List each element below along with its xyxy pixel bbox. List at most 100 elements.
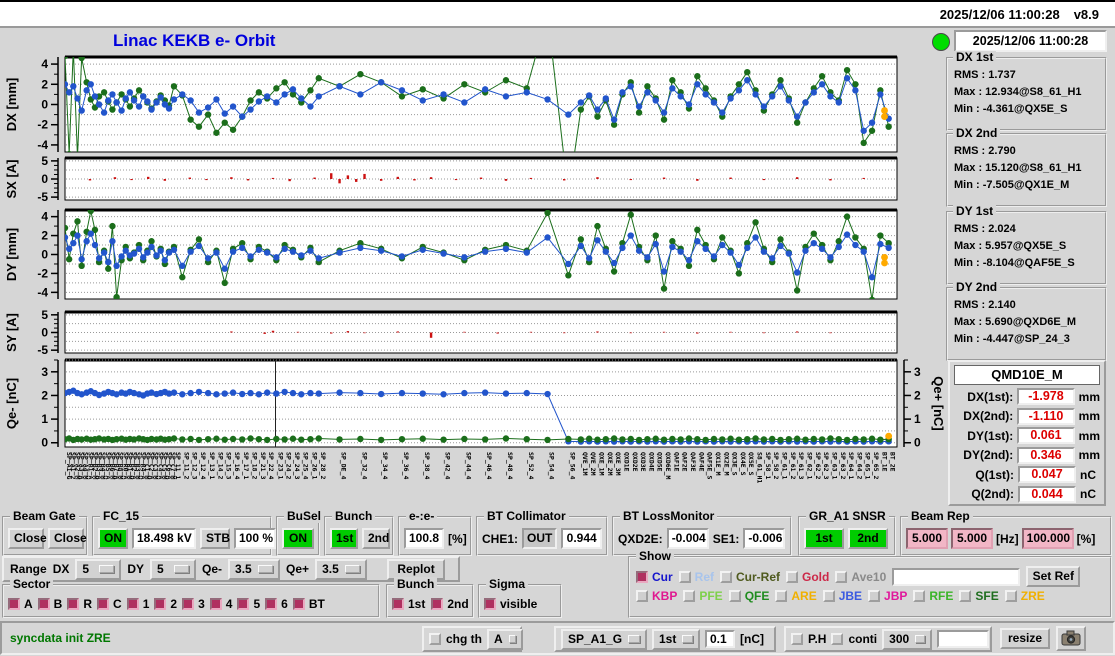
monitor-select-panel: SP_A1_G 1st [nC] [554,626,776,652]
show-checkbox-Cur-Ref[interactable] [720,570,733,583]
x-axis-label: SP_62_2 [814,452,822,479]
show-checkbox-Gold[interactable] [786,570,799,583]
bunch-select[interactable]: 1st [652,628,700,650]
svg-text:0: 0 [914,436,921,450]
show-checkbox-SFE[interactable] [959,590,972,602]
group-title: Beam Rep [908,509,973,523]
conti-checkbox[interactable] [831,633,844,645]
show-label: PFE [699,589,723,603]
selected-monitor-name[interactable]: QMD10E_M [954,365,1100,385]
monitor-select[interactable]: SP_A1_G [561,628,647,650]
show-checkbox-Cur[interactable] [636,570,648,583]
sector-checkbox-3[interactable] [182,597,195,610]
bunch-plot-checkbox-1st[interactable] [392,597,404,610]
screenshot-button[interactable] [1056,626,1086,651]
x-axis-label: SP_48_4 [506,452,514,479]
show-checkbox-ARE[interactable] [775,590,788,602]
sector-checkbox-B[interactable] [37,597,50,610]
show-label: SFE [975,589,999,603]
beam-gate-close-button-1[interactable]: Close [8,528,47,549]
interval-select[interactable]: 300 [882,628,933,650]
range-qem-select[interactable]: 3.5 [228,558,281,580]
qmd-row-value: 0.346 [1017,446,1075,464]
show-checkbox-KBP[interactable] [636,590,648,602]
show-checkbox-RFE[interactable] [913,590,926,602]
group-title: FC_15 [100,509,143,523]
sector-checkbox-1[interactable] [126,597,139,610]
range-dy-value: 5 [157,561,164,576]
chg-th-checkbox[interactable] [429,633,441,645]
svg-text:-5: -5 [37,343,48,357]
sector-item: 1 [126,597,149,611]
show-item: Gold [786,570,829,584]
x-axis-label: SP_61_1 [781,452,789,479]
bunch-plot-group: Bunch 1st 2nd [386,577,474,618]
x-axis-label: SP_17_1 [242,452,250,479]
x-axis-label: SP_16_4 [233,452,241,479]
x-axis-label: BT_1E [880,452,888,472]
svg-text:-5: -5 [37,190,48,204]
svg-text:-4: -4 [37,285,48,299]
ph-checkbox[interactable] [791,633,803,645]
bunch-plot-label: 2nd [447,596,469,611]
threshold-input[interactable] [705,630,735,648]
show-checkbox-Ref[interactable] [678,570,691,583]
fc15-on-button[interactable]: ON [98,528,128,549]
svg-text:2: 2 [41,388,48,402]
sector-checkbox-5[interactable] [237,597,250,610]
stats-title: DX 1st [953,51,997,64]
x-axis-label: QAF3E [689,452,697,472]
extra-input[interactable] [937,630,990,648]
sector-checkbox-C[interactable] [97,597,110,610]
x-axis-label: SP_44_4 [464,452,472,479]
show-checkbox-JBP[interactable] [868,590,881,602]
bunch-2nd-button[interactable]: 2nd [362,528,390,549]
group-title: BT Collimator [484,509,569,523]
show-checkbox-Ave10[interactable] [835,570,848,583]
stat-min: Min : -8.104@QAF5E_S [954,257,1075,269]
show-checkbox-PFE[interactable] [683,590,696,602]
sector-checkbox-R[interactable] [67,597,80,610]
beam-gate-close-button-2[interactable]: Close [48,528,87,549]
show-checkbox-QFE[interactable] [728,590,741,602]
titlebar-datetime: 2025/12/06 11:00:28 [939,6,1060,22]
snsr-2nd-button[interactable]: 2nd [848,528,888,549]
sector-checkbox-6[interactable] [265,597,278,610]
sector-checkbox-2[interactable] [154,597,167,610]
sector-checkbox-4[interactable] [209,597,222,610]
status-message: syncdata init ZRE [10,631,111,645]
range-dy-select[interactable]: 5 [150,558,197,580]
x-axis-label: SP_24_3 [293,452,301,479]
resize-button[interactable]: resize [1000,628,1050,649]
range-qep-value: 3.5 [322,561,339,576]
range-dx-select[interactable]: 5 [75,558,122,580]
sector-item: 4 [209,597,232,611]
busel-on-button[interactable]: ON [282,528,314,549]
x-axis-label: QAF1E [672,452,680,472]
show-checkbox-ZRE[interactable] [1004,590,1017,602]
sector-group: Sector A B R C 1 2 3 4 5 6 BT [2,577,380,618]
set-ref-button[interactable]: Set Ref [1026,566,1081,587]
sector-label: 2 [170,596,178,611]
beam-rep-field-1: 5.000 [906,528,948,549]
fc15-stb-button[interactable]: STB [200,528,230,549]
sector-checkbox-A[interactable] [8,597,20,610]
sector-checkbox-BT[interactable] [292,597,305,610]
sigma-checkbox-visible[interactable] [484,597,496,610]
chg-th-value: A [494,631,503,646]
sigma-item: visible [484,597,537,611]
che1-state-field: OUT [522,528,558,549]
x-axis-label: SP_58_2 [772,452,780,479]
chg-th-select[interactable]: A [487,628,523,650]
option-menu-dash-icon [258,565,274,573]
x-axis-label: QX2E_M [722,452,730,476]
bunch-1st-button[interactable]: 1st [330,528,358,549]
application-window: 2025/12/06 11:00:28 v8.9 Linac KEKB e- O… [0,0,1115,656]
bunch-plot-checkbox-2nd[interactable] [431,597,444,610]
show-checkbox-JBE[interactable] [822,590,835,602]
x-axis-label: SP_58_1 [764,452,772,479]
set-ref-input[interactable] [892,567,1021,586]
range-qep-select[interactable]: 3.5 [315,558,368,580]
snsr-1st-button[interactable]: 1st [804,528,844,549]
sector-label: R [83,596,93,611]
